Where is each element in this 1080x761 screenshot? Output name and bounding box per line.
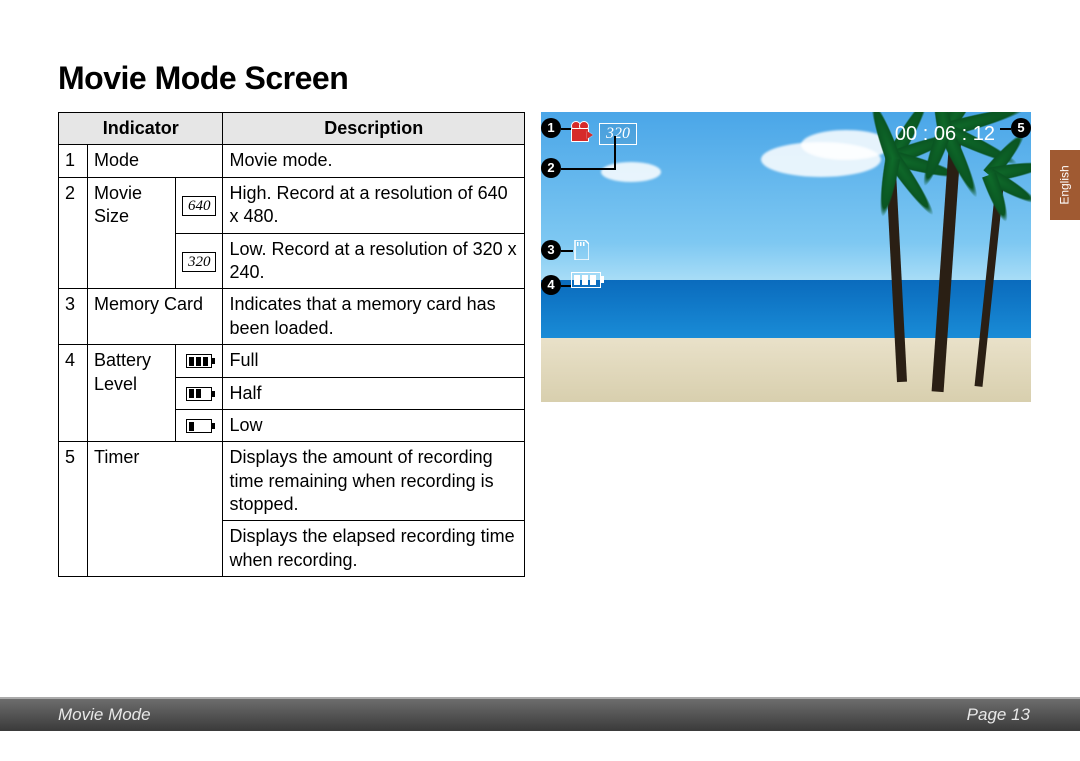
indicator-table: Indicator Description 1 Mode Movie mode.… [58, 112, 525, 577]
header-description: Description [223, 113, 525, 145]
callout-5: 5 [1011, 118, 1031, 138]
page: Movie Mode Screen Indicator Description … [0, 0, 1080, 761]
row-indicator: Memory Card [88, 289, 223, 345]
row-description: High. Record at a resolution of 640 x 48… [223, 177, 525, 233]
page-footer: Movie Mode Page 13 [0, 697, 1080, 731]
table-row: 2 Movie Size 640 High. Record at a resol… [59, 177, 525, 233]
row-description: Low. Record at a resolution of 320 x 240… [223, 233, 525, 289]
row-number: 4 [59, 345, 88, 442]
row-description: Displays the amount of recording time re… [223, 442, 525, 521]
memory-card-icon [573, 240, 589, 260]
size-icon-640: 640 [175, 177, 223, 233]
row-description: Indicates that a memory card has been lo… [223, 289, 525, 345]
movie-size-indicator: 320 [599, 123, 637, 145]
row-number: 5 [59, 442, 88, 577]
table-row: 3 Memory Card Indicates that a memory ca… [59, 289, 525, 345]
row-description: Displays the elapsed recording time when… [223, 521, 525, 577]
row-number: 3 [59, 289, 88, 345]
page-title: Movie Mode Screen [58, 60, 348, 97]
row-description: Movie mode. [223, 145, 525, 177]
row-description: Low [223, 409, 525, 441]
footer-page: Page 13 [967, 705, 1030, 725]
timer-display: 00 : 06 : 12 [895, 123, 995, 146]
table-row: 1 Mode Movie mode. [59, 145, 525, 177]
row-indicator: Mode [88, 145, 223, 177]
footer-section: Movie Mode [58, 705, 151, 725]
row-indicator: Battery Level [88, 345, 176, 442]
battery-low-icon [175, 409, 223, 441]
battery-half-icon [175, 377, 223, 409]
row-description: Full [223, 345, 525, 377]
row-number: 1 [59, 145, 88, 177]
callout-2: 2 [541, 158, 561, 178]
header-indicator: Indicator [59, 113, 223, 145]
callout-4: 4 [541, 275, 561, 295]
table-row: 5 Timer Displays the amount of recording… [59, 442, 525, 521]
battery-full-icon [175, 345, 223, 377]
language-tab: English [1050, 150, 1080, 220]
row-description: Half [223, 377, 525, 409]
table-row: 4 Battery Level Full [59, 345, 525, 377]
row-indicator: Timer [88, 442, 223, 577]
callout-1: 1 [541, 118, 561, 138]
callout-3: 3 [541, 240, 561, 260]
movie-mode-icon [571, 122, 593, 142]
row-number: 2 [59, 177, 88, 289]
row-indicator: Movie Size [88, 177, 176, 289]
language-label: English [1058, 165, 1072, 204]
size-icon-320: 320 [175, 233, 223, 289]
battery-level-icon [571, 272, 601, 288]
